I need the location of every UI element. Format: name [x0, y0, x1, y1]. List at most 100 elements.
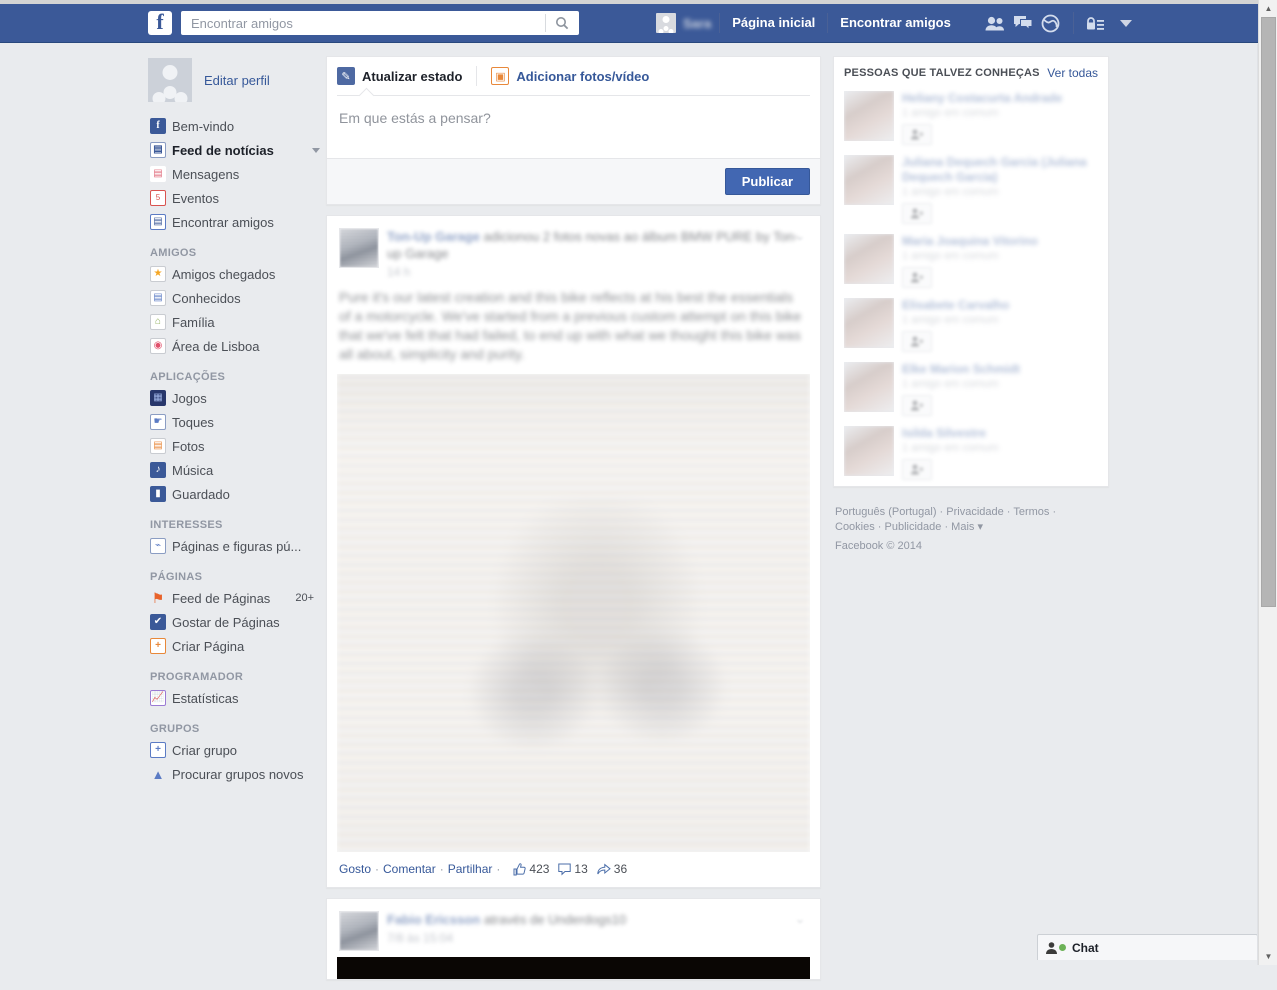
footer-links-line1[interactable]: Português (Portugal) · Privacidade · Ter…: [835, 505, 1107, 520]
avatar: [656, 13, 676, 33]
chevron-down-icon[interactable]: [312, 147, 320, 153]
post-options-chevron-down-icon[interactable]: ⌄: [790, 228, 810, 248]
edit-profile-link[interactable]: Editar perfil: [204, 73, 270, 88]
post-author-name[interactable]: Fabio Ericsson: [387, 912, 480, 927]
sidebar-item-label: Jogos: [172, 390, 207, 406]
profile-name: Sara: [683, 15, 712, 31]
pymk-mutual-friends: 1 amigo em comum: [902, 186, 999, 198]
pymk-person-name[interactable]: Maria Joaquina Vitorino: [902, 234, 1098, 249]
avatar[interactable]: [844, 362, 894, 412]
publish-button[interactable]: Publicar: [724, 168, 810, 195]
sidebar-item-jogos[interactable]: ▦ Jogos: [148, 386, 328, 410]
sidebar-item-mensagens[interactable]: ▤ Mensagens: [148, 162, 328, 186]
search-box[interactable]: [181, 11, 579, 35]
sidebar-item-encontrar-amigos[interactable]: ▤ Encontrar amigos: [148, 210, 328, 234]
post-photo[interactable]: [337, 374, 810, 852]
like-link[interactable]: Gosto: [339, 862, 371, 876]
avatar[interactable]: [844, 155, 894, 205]
sidebar-item-bem-vindo[interactable]: f Bem-vindo: [148, 114, 328, 138]
pymk-person-name[interactable]: Juliana Dequech Garcia (Juliana Dequech …: [902, 155, 1098, 185]
sidebar-item-label: Conhecidos: [172, 290, 241, 306]
add-friend-button[interactable]: [902, 267, 932, 288]
pymk-person-name[interactable]: Heliany Costacurta Andrade: [902, 91, 1098, 106]
share-link[interactable]: Partilhar: [448, 862, 493, 876]
tab-update-status[interactable]: ✎ Atualizar estado: [337, 67, 462, 85]
post-timestamp[interactable]: 14 h: [387, 265, 808, 279]
sidebar-profile[interactable]: Editar perfil: [148, 56, 328, 104]
sidebar-item-label: Criar grupo: [172, 742, 238, 758]
right-column: PESSOAS QUE TALVEZ CONHEÇAS Ver todas He…: [833, 56, 1109, 554]
comment-link[interactable]: Comentar: [383, 862, 436, 876]
sidebar-item-toques[interactable]: ☛ Toques: [148, 410, 328, 434]
sidebar-item-label: Criar Página: [172, 638, 245, 654]
sidebar-item-eventos[interactable]: 5 Eventos: [148, 186, 328, 210]
footer-more-link[interactable]: Cookies · Publicidade · Mais: [835, 521, 977, 533]
pymk-see-all-link[interactable]: Ver todas: [1047, 66, 1098, 80]
scroll-up-arrow-icon[interactable]: ▲: [1259, 0, 1277, 17]
profile-link[interactable]: Sara: [652, 9, 719, 37]
sidebar-item-criar-p-gina[interactable]: + Criar Página: [148, 634, 328, 658]
center-column: ✎ Atualizar estado ▣ Adicionar fotos/víd…: [326, 56, 821, 990]
facebook-logo-icon[interactable]: f: [148, 11, 172, 35]
post-author-name[interactable]: Ton-Up Garage: [387, 229, 480, 244]
search-input[interactable]: [189, 12, 539, 34]
sidebar-item-label: Toques: [172, 414, 214, 430]
comment-count[interactable]: 13: [558, 862, 588, 876]
add-friend-button[interactable]: [902, 124, 932, 145]
feed-post: Fabio Ericsson através de Underdogs10 7/…: [326, 898, 821, 980]
pokes-icon: ☛: [150, 414, 166, 430]
sidebar-item-feed-de-p-ginas[interactable]: ⚑ Feed de Páginas 20+: [148, 586, 328, 610]
avatar[interactable]: [844, 426, 894, 476]
sidebar-item-feed-de-not-cias[interactable]: ▤ Feed de notícias: [148, 138, 328, 162]
add-friend-button[interactable]: [902, 203, 932, 224]
notifications-globe-icon[interactable]: [1037, 9, 1065, 37]
sidebar-section-heading: INTERESSES: [150, 519, 223, 531]
avatar[interactable]: [844, 91, 894, 141]
avatar[interactable]: [844, 234, 894, 284]
scrollbar-thumb[interactable]: [1261, 17, 1276, 607]
sidebar-item-gostar-de-p-ginas[interactable]: ✔ Gostar de Páginas: [148, 610, 328, 634]
photos-icon: ▤: [150, 438, 166, 454]
sidebar-item-rea-de-lisboa[interactable]: ◉ Área de Lisboa: [148, 334, 328, 358]
post-photo[interactable]: [337, 957, 810, 979]
avatar[interactable]: [844, 298, 894, 348]
scroll-down-arrow-icon[interactable]: ▼: [1259, 948, 1277, 965]
sidebar-item-criar-grupo[interactable]: + Criar grupo: [148, 738, 328, 762]
share-count[interactable]: 36: [597, 862, 627, 876]
tab-add-photo-video[interactable]: ▣ Adicionar fotos/vídeo: [491, 67, 649, 85]
post-options-chevron-down-icon[interactable]: ⌄: [790, 911, 810, 931]
search-icon[interactable]: [549, 14, 575, 32]
sidebar-item-p-ginas-e-figuras-p[interactable]: ⌁ Páginas e figuras pú...: [148, 534, 328, 558]
pymk-person-name[interactable]: Isilda Silvestre: [902, 426, 1098, 441]
footer-links-line2[interactable]: Cookies · Publicidade · Mais ▾: [835, 520, 1107, 535]
post-timestamp[interactable]: 7/8 às 15:04: [387, 931, 808, 945]
add-friend-button[interactable]: [902, 459, 932, 480]
account-chevron-down-icon[interactable]: [1119, 19, 1132, 27]
sidebar-item-procurar-grupos-novos[interactable]: ▲ Procurar grupos novos: [148, 762, 328, 786]
sidebar-item-estat-sticas[interactable]: 📈 Estatísticas: [148, 686, 328, 710]
sidebar-item-guardado[interactable]: ▮ Guardado: [148, 482, 328, 506]
sidebar-item-conhecidos[interactable]: ▤ Conhecidos: [148, 286, 328, 310]
sidebar-item-m-sica[interactable]: ♪ Música: [148, 458, 328, 482]
chat-bar[interactable]: Chat: [1037, 934, 1258, 960]
sidebar-item-label: Mensagens: [172, 166, 240, 182]
friend-requests-icon[interactable]: [981, 9, 1009, 37]
add-friend-button[interactable]: [902, 331, 932, 352]
privacy-lock-icon[interactable]: [1082, 9, 1110, 37]
messages-icon[interactable]: [1009, 9, 1037, 37]
nav-find-friends-link[interactable]: Encontrar amigos: [828, 9, 963, 37]
pymk-person-name[interactable]: Elisabete Carvalho: [902, 298, 1098, 313]
sidebar-item-fotos[interactable]: ▤ Fotos: [148, 434, 328, 458]
add-friend-button[interactable]: [902, 395, 932, 416]
page-scrollbar[interactable]: ▲ ▼: [1258, 0, 1277, 965]
post-author-avatar[interactable]: [339, 911, 379, 951]
sidebar-item-fam-lia[interactable]: ⌂ Família: [148, 310, 328, 334]
post-author-avatar[interactable]: [339, 228, 379, 268]
nav-home-link[interactable]: Página inicial: [720, 9, 827, 37]
pymk-person-name[interactable]: Elke Marion Schmidt: [902, 362, 1098, 377]
sidebar-item-amigos-chegados[interactable]: ★ Amigos chegados: [148, 262, 328, 286]
pymk-item: Elke Marion Schmidt 1 amigo em comum: [834, 358, 1108, 422]
like-count[interactable]: 423: [513, 862, 549, 876]
composer-textarea[interactable]: Em que estás a pensar?: [327, 96, 820, 158]
footer-caret-down-icon[interactable]: ▾: [977, 521, 983, 533]
